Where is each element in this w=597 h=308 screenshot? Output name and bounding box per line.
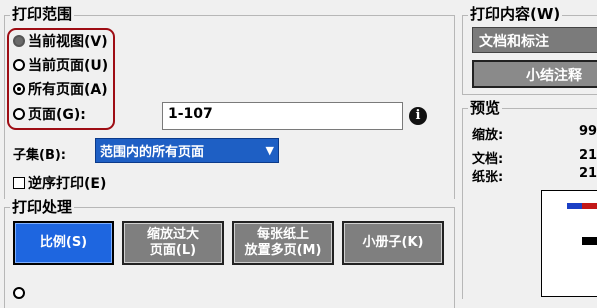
info-icon[interactable]: i xyxy=(409,107,427,125)
radio-current-view[interactable]: 当前视图(V) xyxy=(13,31,108,51)
radio-partial[interactable] xyxy=(13,287,25,299)
radio-all-pages-label: 所有页面(A) xyxy=(28,82,108,98)
doc-label: 文档: xyxy=(472,152,504,167)
print-handling-title: 打印处理 xyxy=(10,198,75,216)
booklet-button[interactable]: 小册子(K) xyxy=(342,221,444,265)
preview-title: 预览 xyxy=(468,99,503,117)
paper-label: 纸张: xyxy=(472,170,504,185)
paper-value: 21. xyxy=(579,166,597,181)
preview-page xyxy=(541,190,597,297)
summarize-label: 小结注释 xyxy=(526,68,582,84)
radio-current-page-circle[interactable] xyxy=(13,59,25,71)
preview-header-mark xyxy=(567,203,597,209)
radio-current-page[interactable]: 当前页面(U) xyxy=(13,55,108,75)
radio-current-view-circle[interactable] xyxy=(13,35,25,47)
radio-pages[interactable]: 页面(G): xyxy=(13,104,86,124)
radio-current-view-label: 当前视图(V) xyxy=(28,34,108,50)
reverse-label: 逆序打印(E) xyxy=(28,176,107,192)
scale-button-label: 比例(S) xyxy=(39,235,88,250)
chevron-down-icon: ▼ xyxy=(265,144,274,157)
reverse-checkbox[interactable] xyxy=(13,177,25,189)
pages-input[interactable]: 1-107 xyxy=(162,102,403,130)
multiple-pages-button[interactable]: 每张纸上 放置多页(M) xyxy=(232,221,334,265)
zoom-value: 99 xyxy=(579,124,597,139)
subset-select-value: 范围内的所有页面 xyxy=(100,145,205,160)
multiple-pages-label: 每张纸上 放置多页(M) xyxy=(244,227,322,258)
print-range-title: 打印范围 xyxy=(10,5,75,23)
print-content-title: 打印内容(W) xyxy=(468,5,563,23)
shrink-oversized-button[interactable]: 缩放过大 页面(L) xyxy=(122,221,224,265)
subset-label: 子集(B): xyxy=(13,148,66,163)
shrink-oversized-label: 缩放过大 页面(L) xyxy=(146,227,199,258)
scale-button[interactable]: 比例(S) xyxy=(13,221,114,265)
radio-all-pages[interactable]: 所有页面(A) xyxy=(13,79,108,99)
radio-pages-circle[interactable] xyxy=(13,108,25,120)
summarize-comments-button[interactable]: 小结注释 xyxy=(472,60,597,88)
print-content-select[interactable]: 文档和标注 xyxy=(472,27,597,53)
doc-value: 21. xyxy=(579,148,597,163)
radio-current-page-label: 当前页面(U) xyxy=(28,58,109,74)
zoom-label: 缩放: xyxy=(472,128,504,143)
radio-pages-label: 页面(G): xyxy=(28,107,86,123)
booklet-label: 小册子(K) xyxy=(362,235,424,250)
reverse-checkbox-row[interactable]: 逆序打印(E) xyxy=(13,173,106,193)
preview-mark xyxy=(582,237,597,245)
radio-all-pages-circle[interactable] xyxy=(13,83,25,95)
subset-select[interactable]: 范围内的所有页面 ▼ xyxy=(95,138,279,163)
